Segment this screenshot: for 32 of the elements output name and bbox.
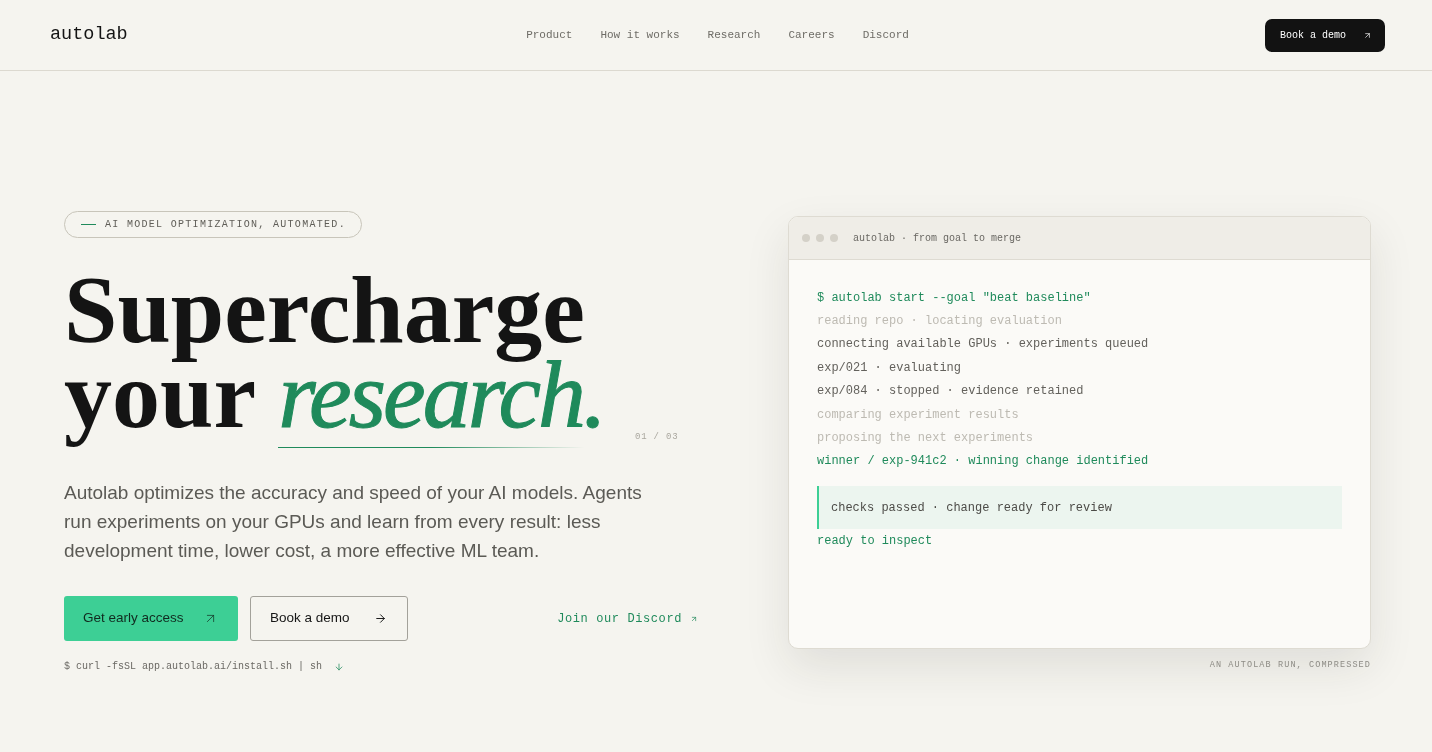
nav-link[interactable]: How it works: [600, 26, 680, 44]
terminal-title: autolab · from goal to merge: [853, 231, 1022, 246]
terminal-line: comparing experiment results: [817, 406, 1020, 424]
terminal-line: winner / exp-941c2 · winning change identified: [817, 453, 1150, 471]
arrow-up-right-icon: [1363, 30, 1372, 40]
arrow-down-icon: [334, 662, 345, 672]
early-access-button[interactable]: Get early access: [64, 596, 238, 641]
logo[interactable]: autolab: [50, 21, 128, 49]
terminal-line: connecting available GPUs · experiments queued: [817, 336, 1150, 354]
book-demo-button[interactable]: Book a demo: [250, 596, 408, 641]
terminal-line: reading repo · locating evaluation: [817, 313, 1063, 331]
nav-book-demo-button[interactable]: Book a demo: [1265, 18, 1385, 52]
nav-link[interactable]: Product: [526, 26, 573, 44]
nav-link[interactable]: Discord: [862, 26, 909, 44]
nav-link[interactable]: Research: [707, 26, 761, 44]
terminal-line: exp/021 · evaluating: [817, 359, 963, 377]
terminal-caption: AN AUTOLAB RUN, COMPRESSED: [1209, 659, 1371, 671]
terminal-line: $ autolab start --goal "beat baseline": [817, 289, 1092, 307]
hero-headline: Supercharge your research.: [64, 267, 606, 449]
terminal-line: exp/084 · stopped · evidence retained: [817, 383, 1085, 401]
discord-link[interactable]: Join our Discord: [557, 609, 698, 628]
terminal-line: proposing the next experiments: [817, 430, 1035, 448]
arrow-up-right-icon: [690, 614, 698, 623]
terminal-callout: checks passed · change ready for review: [817, 486, 1342, 530]
nav-link[interactable]: Careers: [788, 26, 835, 44]
slide-counter: 01 / 03: [635, 431, 679, 443]
arrow-right-icon: [374, 612, 387, 625]
dash-icon: [81, 224, 96, 225]
hero-description: Autolab optimizes the accuracy and speed of your AI models. Agents run experiments on your GPUs and learn from every result: less development time, lower cost, a more effective ML team.: [64, 481, 643, 563]
install-command: $ curl -fsSL app.autolab.ai/install.sh | sh: [64, 660, 323, 674]
terminal-line: ready to inspect: [817, 532, 934, 550]
tagline-text: AI MODEL OPTIMIZATION, AUTOMATED.: [105, 218, 346, 232]
